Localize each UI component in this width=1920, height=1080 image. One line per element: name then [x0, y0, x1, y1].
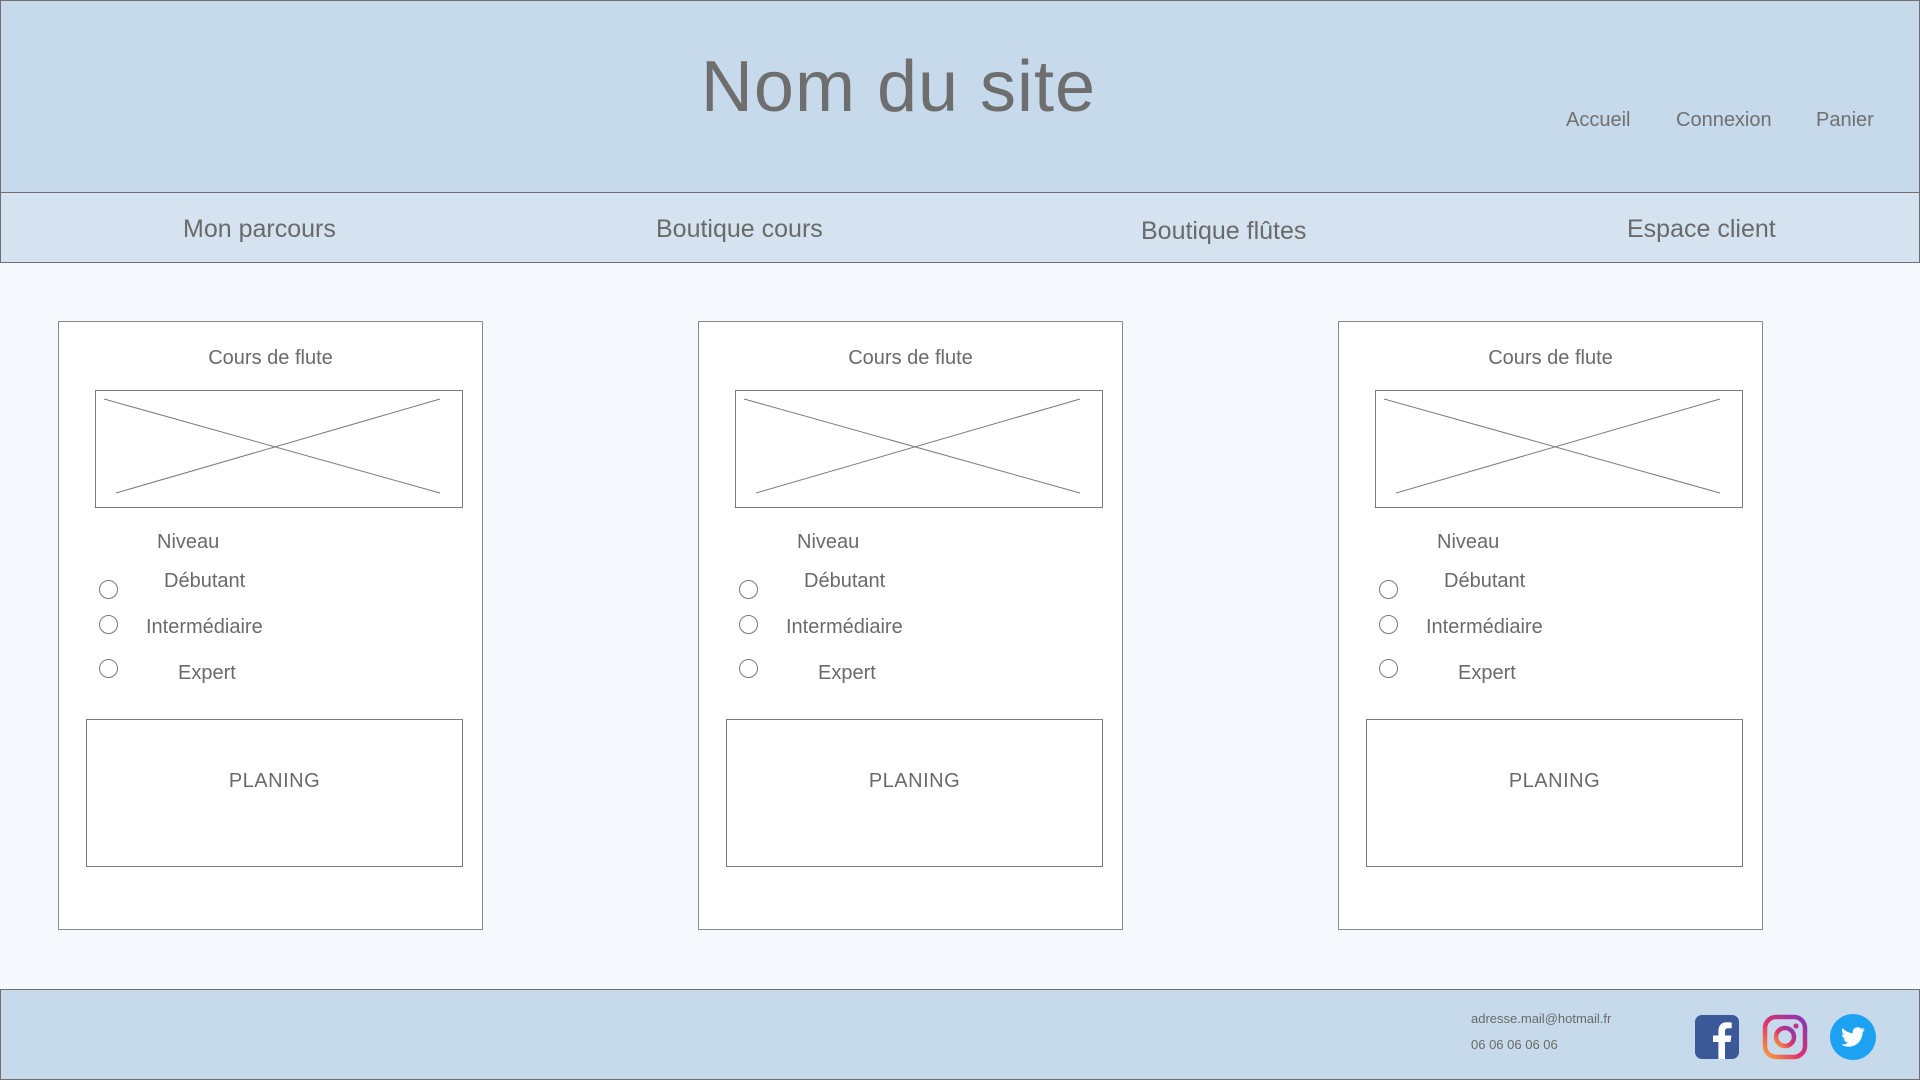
planning-button[interactable]: PLANING [1366, 719, 1743, 867]
option-intermediaire-label[interactable]: Intermédiaire [786, 616, 903, 639]
radio-expert[interactable] [739, 659, 758, 678]
option-expert-label[interactable]: Expert [818, 662, 876, 685]
option-expert-label[interactable]: Expert [1458, 662, 1516, 685]
option-debutant-label[interactable]: Débutant [804, 570, 885, 593]
planning-label: PLANING [228, 770, 321, 792]
radio-debutant[interactable] [739, 580, 758, 599]
option-expert-label[interactable]: Expert [178, 662, 236, 685]
radio-intermediaire[interactable] [99, 615, 118, 634]
level-label: Niveau [797, 531, 860, 553]
image-placeholder [735, 390, 1103, 508]
accueil-link[interactable]: Accueil [1566, 109, 1630, 132]
connexion-link[interactable]: Connexion [1676, 109, 1772, 132]
footer: adresse.mail@hotmail.fr 06 06 06 06 06 [0, 989, 1920, 1080]
radio-expert[interactable] [99, 659, 118, 678]
radio-intermediaire[interactable] [739, 615, 758, 634]
card-title: Cours de flute [848, 347, 973, 369]
radio-debutant[interactable] [1379, 580, 1398, 599]
card-title: Cours de flute [208, 347, 333, 369]
planning-button[interactable]: PLANING [86, 719, 463, 867]
radio-expert[interactable] [1379, 659, 1398, 678]
image-placeholder [95, 390, 463, 508]
planning-button[interactable]: PLANING [726, 719, 1103, 867]
instagram-icon[interactable] [1762, 1014, 1808, 1060]
contact-phone: 06 06 06 06 06 [1471, 1037, 1558, 1052]
twitter-icon[interactable] [1830, 1014, 1876, 1060]
nav-boutique-flutes[interactable]: Boutique flûtes [1141, 217, 1306, 246]
nav-mon-parcours[interactable]: Mon parcours [183, 215, 336, 244]
panier-link[interactable]: Panier [1816, 109, 1874, 132]
site-title: Nom du site [700, 47, 1097, 127]
nav-boutique-cours[interactable]: Boutique cours [656, 215, 823, 244]
image-placeholder [1375, 390, 1743, 508]
header: Nom du site Accueil Connexion Panier [0, 0, 1920, 193]
facebook-icon[interactable] [1694, 1014, 1740, 1060]
contact-email[interactable]: adresse.mail@hotmail.fr [1471, 1011, 1611, 1026]
radio-intermediaire[interactable] [1379, 615, 1398, 634]
nav-espace-client[interactable]: Espace client [1627, 215, 1776, 244]
course-card: Cours de flute Niveau Débutant Intermédi… [1338, 321, 1763, 930]
level-label: Niveau [1437, 531, 1500, 553]
card-title: Cours de flute [1488, 347, 1613, 369]
option-debutant-label[interactable]: Débutant [1444, 570, 1525, 593]
option-intermediaire-label[interactable]: Intermédiaire [146, 616, 263, 639]
radio-debutant[interactable] [99, 580, 118, 599]
course-card: Cours de flute Niveau Débutant Intermédi… [698, 321, 1123, 930]
planning-label: PLANING [868, 770, 961, 792]
main-nav: Mon parcours Boutique cours Boutique flû… [0, 192, 1920, 263]
planning-label: PLANING [1508, 770, 1601, 792]
level-label: Niveau [157, 531, 220, 553]
course-card: Cours de flute Niveau Débutant Intermédi… [58, 321, 483, 930]
option-debutant-label[interactable]: Débutant [164, 570, 245, 593]
option-intermediaire-label[interactable]: Intermédiaire [1426, 616, 1543, 639]
